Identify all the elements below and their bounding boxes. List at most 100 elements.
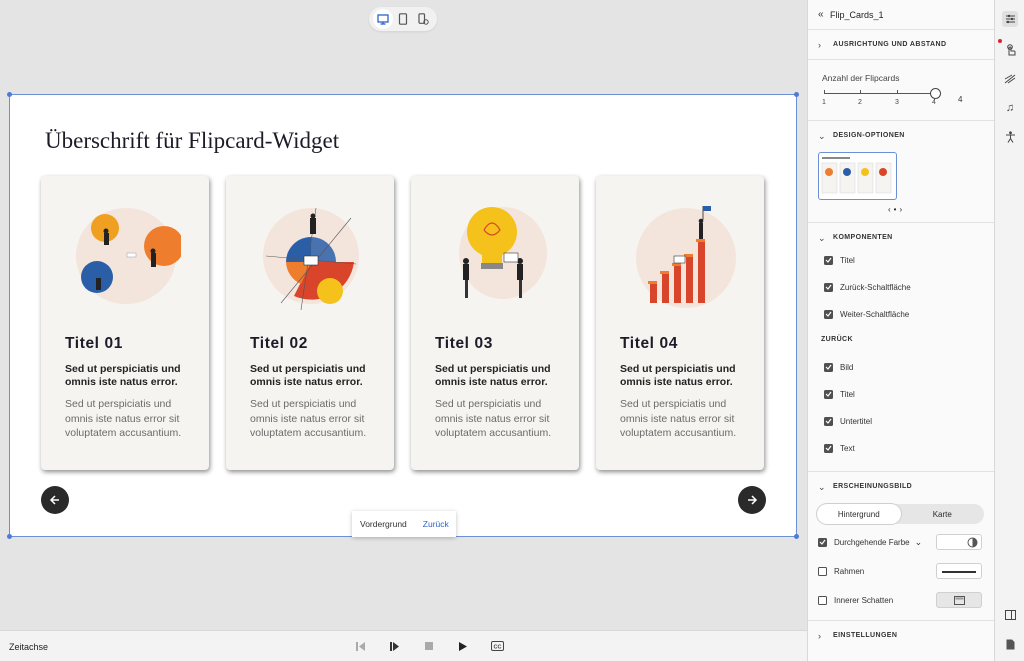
checkbox-checked-icon	[824, 309, 833, 319]
checkbox-checked-icon	[824, 416, 833, 426]
animation-icon[interactable]	[1002, 71, 1018, 87]
svg-text:CC: CC	[494, 644, 502, 650]
card-subtitle: Sed ut perspiciatis und omnis iste natus…	[620, 363, 736, 388]
component-checkbox[interactable]: Titel	[824, 387, 855, 401]
flipcard-count-slider[interactable]	[824, 93, 935, 94]
flip-card-2[interactable]: Titel 02 Sed ut perspiciatis und omnis i…	[226, 176, 394, 470]
shadow-icon	[954, 596, 965, 605]
card-illustration-lightbulb	[459, 207, 547, 299]
chevron-down-icon: ⌄	[818, 233, 826, 243]
component-checkbox[interactable]: Text	[824, 441, 855, 455]
slider-value: 4	[958, 95, 963, 104]
panel-layout-icon[interactable]	[1002, 607, 1018, 623]
card-illustration-bar-growth	[636, 206, 736, 308]
border-style-swatch[interactable]	[936, 563, 982, 579]
preset-pager[interactable]: ‹•›	[888, 205, 905, 214]
section-appearance[interactable]: ⌄ ERSCHEINUNGSBILD	[808, 472, 995, 502]
right-tool-rail: ♫	[994, 0, 1024, 661]
audio-icon[interactable]: ♫	[1002, 100, 1018, 116]
back-face-tab[interactable]: Zurück	[415, 519, 457, 529]
component-checkbox[interactable]: Untertitel	[824, 414, 872, 428]
chevron-down-icon[interactable]: ⌄	[915, 537, 923, 548]
step-forward-icon[interactable]	[389, 641, 401, 652]
mobile-icon[interactable]	[413, 9, 433, 29]
arrow-right-icon	[748, 495, 758, 505]
section-label: AUSRICHTUNG UND ABSTAND	[833, 41, 947, 48]
checkbox-checked-icon	[824, 282, 833, 292]
properties-panel: « Flip_Cards_1 › AUSRICHTUNG UND ABSTAND…	[807, 0, 995, 661]
closed-captions-icon[interactable]: CC	[491, 641, 504, 651]
next-button[interactable]	[738, 486, 766, 514]
solid-fill-checkbox[interactable]: Durchgehende Farbe ⌄	[818, 535, 922, 549]
slider-tick	[860, 90, 861, 94]
section-design[interactable]: ⌄ DESIGN-OPTIONEN	[808, 121, 995, 151]
checkbox-label: Text	[840, 443, 855, 453]
accessibility-icon[interactable]	[1002, 129, 1018, 145]
flip-card-3[interactable]: Titel 03 Sed ut perspiciatis und omnis i…	[411, 176, 579, 470]
front-face-tab[interactable]: Vordergrund	[352, 519, 415, 529]
section-alignment[interactable]: › AUSRICHTUNG UND ABSTAND	[808, 30, 995, 60]
skip-back-icon[interactable]	[355, 641, 367, 652]
tab-card[interactable]: Karte	[901, 504, 985, 524]
widget-heading[interactable]: Überschrift für Flipcard-Widget	[45, 128, 339, 154]
chevron-down-icon: ⌄	[818, 482, 826, 492]
flip-card-1[interactable]: Titel 01 Sed ut perspiciatis und omnis i…	[41, 176, 209, 470]
component-checkbox[interactable]: Weiter-Schaltfläche	[824, 307, 909, 321]
resize-handle[interactable]	[794, 92, 799, 97]
canvas-area: Überschrift für Flipcard-Widget Titel 01…	[0, 0, 807, 630]
checkbox-label: Zurück-Schaltfläche	[840, 282, 911, 292]
collapse-panel-icon[interactable]: «	[818, 9, 824, 20]
design-preset-thumbnail[interactable]	[818, 152, 897, 200]
slider-tick-label: 4	[932, 99, 936, 106]
card-title: Titel 03	[435, 335, 493, 352]
card-subtitle: Sed ut perspiciatis und omnis iste natus…	[65, 363, 181, 388]
slider-tick	[897, 90, 898, 94]
component-checkbox[interactable]: Bild	[824, 360, 853, 374]
line-style-icon	[942, 571, 976, 573]
desktop-icon[interactable]	[373, 9, 393, 29]
checkbox-checked-icon	[824, 362, 833, 372]
slider-tick-label: 3	[895, 99, 899, 106]
flip-card-4[interactable]: Titel 04 Sed ut perspiciatis und omnis i…	[596, 176, 764, 470]
section-settings[interactable]: › EINSTELLUNGEN	[808, 621, 995, 651]
stop-icon[interactable]	[424, 641, 434, 651]
card-subtitle: Sed ut perspiciatis und omnis iste natus…	[435, 363, 551, 388]
resize-handle[interactable]	[7, 92, 12, 97]
fill-color-swatch[interactable]	[936, 534, 982, 550]
slider-tick-label: 1	[822, 99, 826, 106]
component-checkbox[interactable]: Zurück-Schaltfläche	[824, 280, 911, 294]
resize-handle[interactable]	[794, 534, 799, 539]
inner-shadow-checkbox[interactable]: Innerer Schatten	[818, 593, 893, 607]
card-text: Sed ut perspiciatis und omnis iste natus…	[435, 398, 552, 439]
slider-tick	[824, 90, 825, 94]
flipcard-stage[interactable]: Überschrift für Flipcard-Widget Titel 01…	[7, 92, 799, 539]
checkbox-label: Durchgehende Farbe	[834, 537, 910, 547]
previous-button[interactable]	[41, 486, 69, 514]
device-preview-toggle	[369, 7, 437, 31]
tablet-icon[interactable]	[393, 9, 413, 29]
card-title: Titel 02	[250, 335, 308, 352]
section-components[interactable]: ⌄ KOMPONENTEN	[808, 223, 995, 253]
timeline-bar: Zeitachse CC	[0, 630, 807, 661]
checkbox-label: Rahmen	[834, 566, 865, 576]
checkbox-label: Titel	[840, 255, 855, 265]
card-text: Sed ut perspiciatis und omnis iste natus…	[250, 398, 367, 439]
flipcard-count-label: Anzahl der Flipcards	[822, 73, 900, 83]
border-checkbox[interactable]: Rahmen	[818, 564, 864, 578]
section-label: KOMPONENTEN	[833, 234, 893, 241]
slider-thumb[interactable]	[930, 88, 941, 99]
checkbox-checked-icon	[824, 389, 833, 399]
document-icon[interactable]	[1002, 636, 1018, 652]
resize-handle[interactable]	[7, 534, 12, 539]
slider-tick-label: 2	[858, 99, 862, 106]
shadow-style-swatch[interactable]	[936, 592, 982, 608]
opacity-icon	[967, 537, 978, 548]
chevron-right-icon: ›	[818, 40, 821, 50]
card-title: Titel 01	[65, 335, 123, 352]
properties-icon[interactable]	[1002, 11, 1018, 27]
back-components-heading: ZURÜCK	[821, 336, 853, 343]
tab-background[interactable]: Hintergrund	[817, 504, 901, 524]
interaction-icon[interactable]	[1002, 42, 1018, 58]
component-checkbox[interactable]: Titel	[824, 253, 855, 267]
play-icon[interactable]	[458, 641, 468, 652]
